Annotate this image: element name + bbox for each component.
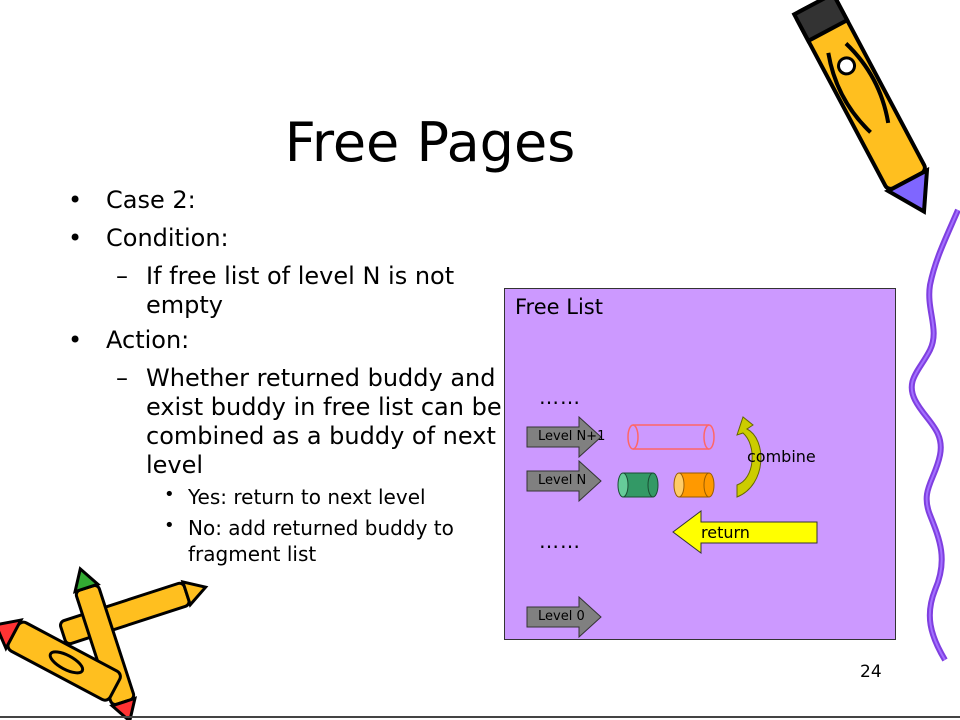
bullet-marker: • [68, 186, 83, 214]
bullet-marker: • [164, 515, 175, 536]
combine-label: combine [747, 447, 816, 466]
level-0-label: Level 0 [538, 609, 585, 624]
returned-buddy-orange [673, 472, 715, 498]
bullet-marker: • [164, 484, 175, 505]
free-list-diagram: Free List …… …… Level N+1 Level N Level … [504, 288, 896, 640]
bullet-text: Yes: return to next level [188, 485, 426, 509]
bullet-marker: • [68, 326, 83, 354]
level-n-plus-1-label: Level N+1 [538, 429, 606, 444]
bullet-marker: – [116, 364, 128, 392]
bullet-text: Whether returned buddy and exist buddy i… [146, 364, 502, 479]
bullet-text: Action: [106, 326, 190, 354]
slide-title: Free Pages [284, 111, 576, 174]
bottom-divider [0, 716, 960, 718]
slide: Free Pages • Case 2: • Condition: – If f… [0, 0, 960, 720]
bullet-text: If free list of level N is not empty [146, 262, 455, 319]
bullet-marker: – [116, 262, 128, 290]
existing-buddy-green [617, 472, 659, 498]
bullet-marker: • [68, 224, 83, 252]
combined-buddy-cylinder [627, 424, 715, 450]
bullet-text: No: add returned buddy to fragment list [188, 516, 454, 566]
bullet-text: Condition: [106, 224, 229, 252]
level-n-label: Level N [538, 473, 587, 488]
return-label: return [701, 523, 750, 542]
page-number: 24 [860, 662, 882, 682]
diagram-graphics [526, 415, 818, 639]
bullet-text: Case 2: [106, 186, 196, 214]
